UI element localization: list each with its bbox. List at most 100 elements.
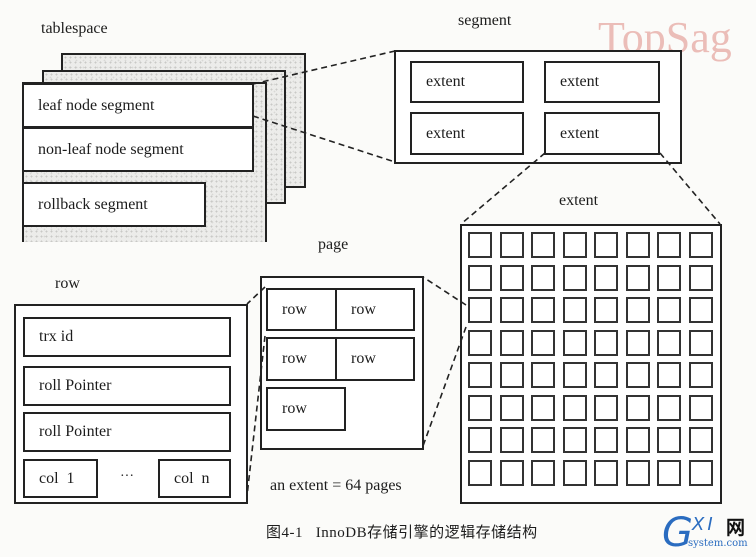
row-label: row — [282, 350, 307, 367]
extent-page-cell[interactable] — [562, 264, 587, 291]
field-label: roll Pointer — [39, 377, 112, 394]
extent-page-cell[interactable] — [657, 459, 681, 486]
segment-extent-highlighted[interactable]: extent — [544, 112, 660, 155]
extent-page-cell[interactable] — [625, 297, 650, 323]
non-leaf-node-segment[interactable]: non-leaf node segment — [22, 127, 254, 172]
extent-page-cell[interactable] — [657, 264, 681, 291]
extent-page-cell[interactable] — [594, 264, 618, 291]
extent-page-cell[interactable] — [594, 329, 618, 356]
extent-page-cell[interactable] — [625, 232, 650, 258]
extent-page-cell[interactable] — [468, 427, 492, 453]
segment-extent[interactable]: extent — [410, 112, 524, 155]
row-field-trx-id[interactable]: trx id — [23, 317, 231, 357]
extent-page-cell[interactable] — [625, 329, 650, 356]
field-label: roll Pointer — [39, 423, 112, 440]
extent-page-cell[interactable] — [499, 297, 524, 323]
extent-page-cell[interactable] — [562, 394, 587, 421]
extent-page-cell[interactable] — [657, 427, 681, 453]
extent-page-cell[interactable] — [531, 329, 555, 356]
tablespace-title: tablespace — [41, 20, 108, 37]
extent-page-cell[interactable] — [594, 394, 618, 421]
extent-page-cell[interactable] — [562, 362, 587, 388]
row-column-last[interactable]: col n — [158, 459, 231, 498]
extent-label: extent — [560, 124, 600, 142]
extent-page-cell[interactable] — [625, 427, 650, 453]
page-row[interactable]: row — [266, 337, 338, 381]
extent-page-cell[interactable] — [562, 427, 587, 453]
extent-page-cell[interactable] — [499, 264, 524, 291]
extent-page-cell[interactable] — [531, 394, 555, 421]
extent-page-cell[interactable] — [499, 459, 524, 486]
extent-page-cell[interactable] — [657, 362, 681, 388]
extent-page-cell[interactable] — [625, 264, 650, 291]
extent-page-cell[interactable] — [594, 232, 618, 258]
extent-page-cell[interactable] — [499, 232, 524, 258]
extent-page-cell[interactable] — [562, 329, 587, 356]
row-field-roll-pointer[interactable]: roll Pointer — [23, 366, 231, 406]
segment-box: extent extent extent extent — [394, 50, 682, 164]
extent-page-cell[interactable] — [468, 297, 492, 323]
extent-page-cell[interactable] — [688, 427, 713, 453]
extent-page-cell[interactable] — [657, 232, 681, 258]
segment-title: segment — [458, 12, 512, 29]
segment-extent[interactable]: extent — [544, 61, 660, 103]
leaf-node-segment[interactable]: leaf node segment — [22, 83, 254, 128]
page-row[interactable]: row — [266, 387, 346, 431]
gxi-logo: G XI 网 system.com — [662, 510, 752, 556]
page-row[interactable]: row — [335, 337, 415, 381]
row-box: trx id roll Pointer roll Pointer col 1 ·… — [14, 304, 248, 504]
extent-grid — [460, 224, 722, 504]
extent-label: extent — [426, 124, 466, 142]
extent-page-cell[interactable] — [562, 232, 587, 258]
extent-page-cell[interactable] — [594, 297, 618, 323]
extent-page-cell[interactable] — [499, 329, 524, 356]
segment-label: leaf node segment — [38, 96, 155, 114]
extent-page-cell[interactable] — [468, 329, 492, 356]
extent-page-cell[interactable] — [468, 362, 492, 388]
extent-page-cell[interactable] — [688, 264, 713, 291]
extent-page-cell[interactable] — [594, 459, 618, 486]
extent-page-cell[interactable] — [531, 264, 555, 291]
extent-page-cell[interactable] — [688, 362, 713, 388]
extent-page-cell[interactable] — [468, 264, 492, 291]
extent-page-cell[interactable] — [688, 329, 713, 356]
extent-pages-note: an extent = 64 pages — [270, 477, 402, 494]
extent-page-cell[interactable] — [531, 232, 555, 258]
extent-page-cell[interactable] — [562, 459, 587, 486]
logo-xi: XI — [692, 514, 716, 535]
logo-g: G — [662, 510, 693, 556]
row-field-roll-pointer[interactable]: roll Pointer — [23, 412, 231, 452]
extent-title: extent — [559, 192, 599, 209]
extent-page-cell[interactable] — [531, 297, 555, 323]
page-row[interactable]: row — [335, 288, 415, 331]
extent-page-cell[interactable] — [657, 329, 681, 356]
extent-page-cell[interactable] — [688, 394, 713, 421]
extent-page-cell[interactable] — [688, 297, 713, 323]
extent-page-cell[interactable] — [688, 232, 713, 258]
extent-label: extent — [560, 73, 600, 90]
extent-page-cell[interactable] — [499, 362, 524, 388]
extent-page-cell[interactable] — [562, 297, 587, 323]
extent-page-cell[interactable] — [468, 459, 492, 486]
row-label: row — [351, 350, 376, 367]
page-row[interactable]: row — [266, 288, 338, 331]
extent-page-cell[interactable] — [625, 394, 650, 421]
extent-page-cell[interactable] — [688, 459, 713, 486]
segment-extent[interactable]: extent — [410, 61, 524, 103]
extent-page-cell[interactable] — [499, 427, 524, 453]
extent-page-cell[interactable] — [531, 459, 555, 486]
extent-page-cell[interactable] — [657, 394, 681, 421]
extent-page-cell[interactable] — [531, 427, 555, 453]
extent-page-cell[interactable] — [499, 394, 524, 421]
extent-page-cell[interactable] — [468, 232, 492, 258]
rollback-segment[interactable]: rollback segment — [22, 182, 206, 227]
extent-page-cell[interactable] — [657, 297, 681, 323]
extent-page-cell[interactable] — [594, 362, 618, 388]
extent-page-cell[interactable] — [625, 362, 650, 388]
row-column-first[interactable]: col 1 — [23, 459, 98, 498]
extent-page-cell[interactable] — [594, 427, 618, 453]
extent-page-cell[interactable] — [625, 459, 650, 486]
extent-page-cell[interactable] — [468, 394, 492, 421]
logo-domain: system.com — [688, 538, 748, 549]
extent-page-cell[interactable] — [531, 362, 555, 388]
